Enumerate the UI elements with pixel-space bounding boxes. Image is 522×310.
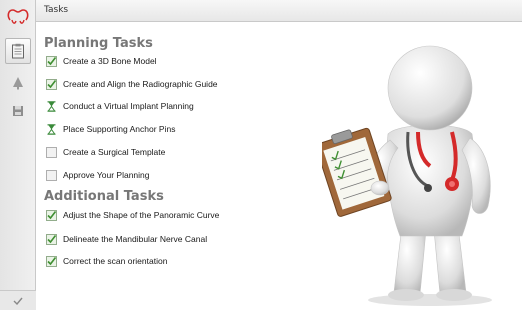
left-toolbar <box>0 0 36 310</box>
task-item[interactable]: Place Supporting Anchor Pins <box>46 122 175 136</box>
save-icon <box>13 106 23 116</box>
empty-checkbox-icon <box>46 169 57 181</box>
check-icon <box>46 78 57 90</box>
task-label: Adjust the Shape of the Panoramic Curve <box>63 210 220 220</box>
task-item[interactable]: Delineate the Mandibular Nerve Canal <box>46 232 207 246</box>
tooth-logo-icon[interactable] <box>4 4 32 28</box>
task-item[interactable]: Create a Surgical Template <box>46 145 165 159</box>
sidebar-item-save[interactable] <box>5 98 31 124</box>
check-icon <box>46 55 57 67</box>
clipboard-icon <box>12 43 24 59</box>
task-label: Conduct a Virtual Implant Planning <box>63 101 194 111</box>
task-label: Delineate the Mandibular Nerve Canal <box>63 234 208 244</box>
panel-title: Tasks <box>44 5 69 15</box>
task-label: Correct the scan orientation <box>63 256 168 266</box>
check-icon <box>46 209 57 221</box>
checkmark-icon[interactable] <box>13 297 23 305</box>
panel-header: Tasks <box>36 0 522 22</box>
sidebar-item-tasks[interactable] <box>5 38 31 64</box>
task-label: Approve Your Planning <box>63 170 150 180</box>
empty-checkbox-icon <box>46 146 57 158</box>
check-icon <box>46 233 57 245</box>
task-label: Place Supporting Anchor Pins <box>63 124 176 134</box>
sidebar-item-implant[interactable] <box>5 70 31 96</box>
task-item[interactable]: Create a 3D Bone Model <box>46 54 157 68</box>
doctor-with-clipboard-icon <box>322 45 492 306</box>
task-item[interactable]: Adjust the Shape of the Panoramic Curve <box>46 208 219 222</box>
task-label: Create a Surgical Template <box>63 147 166 157</box>
hourglass-icon <box>47 100 56 112</box>
sidebar-bottom-bar <box>0 290 36 310</box>
section-title-additional: Additional Tasks <box>44 189 164 204</box>
task-item[interactable]: Approve Your Planning <box>46 168 150 182</box>
task-item[interactable]: Correct the scan orientation <box>46 254 167 268</box>
hourglass-icon <box>47 123 56 135</box>
check-icon <box>46 255 57 267</box>
task-item[interactable]: Create and Align the Radiographic Guide <box>46 77 218 91</box>
section-title-planning: Planning Tasks <box>44 36 153 51</box>
task-item[interactable]: Conduct a Virtual Implant Planning <box>46 99 194 113</box>
task-label: Create a 3D Bone Model <box>63 56 157 66</box>
implant-icon <box>13 77 23 90</box>
task-label: Create and Align the Radiographic Guide <box>63 79 218 89</box>
app-window: Tasks Planning Tasks Create a 3D Bone Mo… <box>0 0 522 310</box>
